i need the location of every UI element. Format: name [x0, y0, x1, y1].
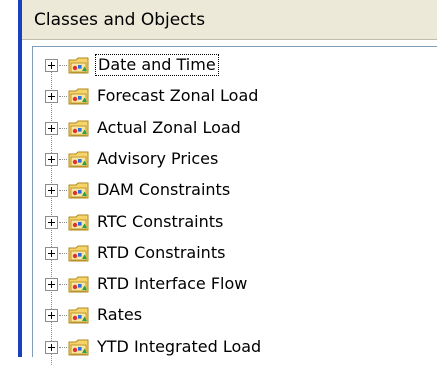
tree-item-label[interactable]: Actual Zonal Load: [95, 118, 243, 138]
tree-item-label[interactable]: Forecast Zonal Load: [95, 86, 260, 106]
tree-item[interactable]: DAM Constraints: [33, 178, 437, 209]
expand-plus-icon[interactable]: [45, 121, 58, 135]
tree-item-label[interactable]: RTD Interface Flow: [95, 274, 249, 294]
expand-plus-icon[interactable]: [45, 246, 58, 260]
tree-view[interactable]: Date and Time Forecast Zonal Load Actual Z…: [32, 46, 437, 365]
tree-connector-dots: [59, 65, 67, 66]
folder-objects-icon: [68, 244, 90, 263]
expand-plus-icon[interactable]: [45, 59, 58, 72]
tree-item-label[interactable]: Date and Time: [95, 54, 219, 76]
expand-plus-icon[interactable]: [45, 184, 58, 198]
tree-item-label[interactable]: Advisory Prices: [95, 149, 220, 169]
panel-header: Classes and Objects: [22, 0, 437, 40]
tree-item[interactable]: Rates: [33, 303, 437, 334]
tree-connector-dots: [59, 221, 67, 223]
tree-item[interactable]: Forecast Zonal Load: [33, 84, 437, 115]
classes-objects-panel: Classes and Objects Date and Time Forecas…: [0, 0, 437, 365]
expand-plus-icon[interactable]: [45, 152, 58, 166]
tree-item-label[interactable]: YTD Integrated Load: [95, 337, 263, 357]
tree-item-label[interactable]: RTC Constraints: [95, 212, 225, 232]
tree-connector-dots: [59, 346, 67, 348]
tree-connector-dots: [59, 252, 67, 254]
tree-item[interactable]: Advisory Prices: [33, 147, 437, 178]
folder-objects-icon: [68, 338, 90, 357]
tree-connector-dots: [59, 190, 67, 192]
tree-item[interactable]: RTD Interface Flow: [33, 272, 437, 303]
tree-item-label[interactable]: DAM Constraints: [95, 180, 232, 200]
tree-item[interactable]: Actual Zonal Load: [33, 116, 437, 147]
tree-connector-dots: [59, 284, 67, 286]
tree-item-label[interactable]: Rates: [95, 305, 144, 325]
tree-item[interactable]: RTC Constraints: [33, 210, 437, 241]
expand-plus-icon[interactable]: [45, 309, 58, 323]
tree-item[interactable]: RTD Constraints: [33, 241, 437, 272]
panel-title: Classes and Objects: [34, 10, 206, 30]
folder-objects-icon: [68, 213, 90, 232]
tree-item-label[interactable]: RTD Constraints: [95, 243, 227, 263]
expand-plus-icon[interactable]: [45, 278, 58, 292]
folder-objects-icon: [68, 150, 90, 169]
folder-objects-icon: [68, 181, 90, 200]
tree-item[interactable]: Date and Time: [33, 53, 437, 84]
tree-connector-dots: [59, 127, 67, 129]
tree-connector-dots: [59, 96, 67, 98]
tree-item[interactable]: YTD Integrated Load: [33, 335, 437, 366]
tree-connector-dots: [59, 158, 67, 160]
folder-objects-icon: [68, 119, 90, 138]
panel-accent-bar: [18, 0, 22, 357]
expand-plus-icon[interactable]: [45, 90, 58, 104]
folder-objects-icon: [68, 306, 90, 325]
folder-objects-icon: [68, 56, 90, 75]
folder-objects-icon: [68, 87, 90, 106]
tree-connector-dots: [59, 315, 67, 317]
expand-plus-icon[interactable]: [45, 340, 58, 354]
folder-objects-icon: [68, 275, 90, 294]
expand-plus-icon[interactable]: [45, 215, 58, 229]
